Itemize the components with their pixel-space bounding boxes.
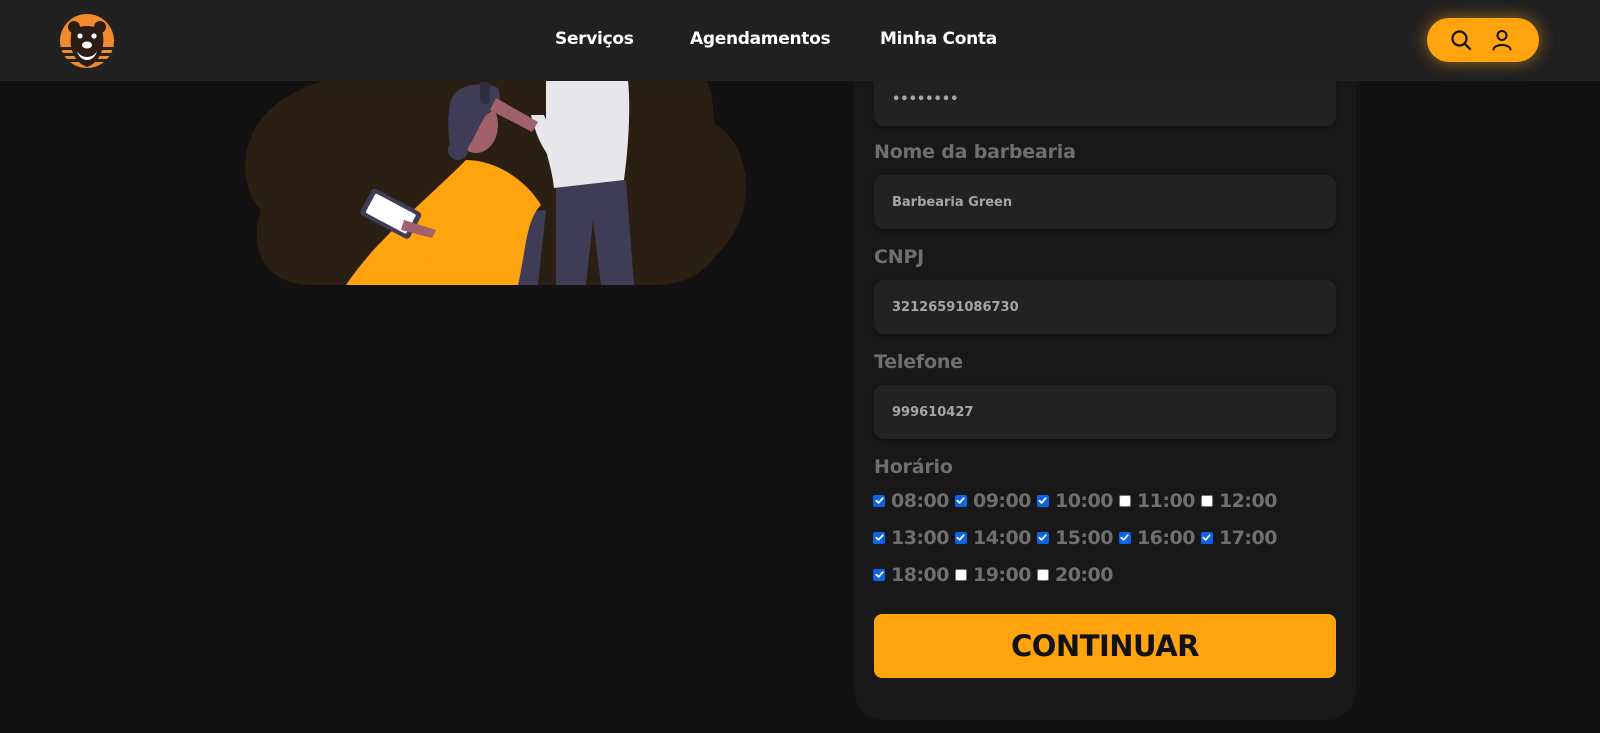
hour-option[interactable]: 18:00 [873, 562, 949, 587]
hour-label: 09:00 [972, 489, 1031, 512]
search-icon[interactable] [1449, 28, 1473, 52]
nav-link-appointments[interactable]: Agendamentos [690, 29, 831, 49]
checkbox-unchecked[interactable] [954, 568, 967, 581]
hours-checkbox-group: 08:00 09:00 10:00 11:00 12:00 13:00 14:00 15:00… [873, 488, 1343, 587]
hour-label: 15:00 [1054, 526, 1113, 549]
bear-logo-icon[interactable] [59, 13, 115, 69]
phone-field[interactable] [874, 385, 1336, 439]
phone-label: Telefone [874, 351, 963, 373]
hour-option[interactable]: 11:00 [1118, 488, 1195, 513]
user-icon[interactable] [1490, 28, 1514, 52]
hour-label: 17:00 [1218, 526, 1277, 549]
checkbox-unchecked[interactable] [1200, 494, 1213, 507]
checkbox-checked[interactable] [954, 531, 967, 544]
nav-link-services[interactable]: Serviços [555, 29, 634, 49]
hour-option[interactable]: 16:00 [1118, 525, 1195, 550]
checkbox-unchecked[interactable] [1036, 568, 1049, 581]
hour-label: 18:00 [891, 563, 949, 586]
header-actions-pill [1427, 18, 1539, 62]
nav-link-my-account[interactable]: Minha Conta [880, 29, 997, 49]
checkbox-unchecked[interactable] [1118, 494, 1131, 507]
hour-option[interactable]: 12:00 [1200, 488, 1277, 513]
checkbox-checked[interactable] [1036, 494, 1049, 507]
hour-label: 14:00 [972, 526, 1031, 549]
hour-label: 13:00 [891, 526, 949, 549]
checkbox-checked[interactable] [1118, 531, 1131, 544]
hour-option[interactable]: 09:00 [954, 488, 1031, 513]
hour-option[interactable]: 19:00 [954, 562, 1031, 587]
checkbox-checked[interactable] [873, 494, 885, 507]
hour-option[interactable]: 17:00 [1200, 525, 1277, 550]
hours-label: Horário [874, 456, 953, 478]
continue-button[interactable]: CONTINUAR [874, 614, 1336, 678]
cnpj-field[interactable] [874, 280, 1336, 334]
hour-option[interactable]: 13:00 [873, 525, 949, 550]
hour-label: 08:00 [891, 489, 949, 512]
hour-label: 11:00 [1136, 489, 1195, 512]
top-navbar: Serviços Agendamentos Minha Conta [0, 0, 1600, 81]
hour-option[interactable]: 10:00 [1036, 488, 1113, 513]
hour-label: 20:00 [1054, 563, 1113, 586]
hour-option[interactable]: 08:00 [873, 488, 949, 513]
checkbox-checked[interactable] [1036, 531, 1049, 544]
hour-option[interactable]: 20:00 [1036, 562, 1113, 587]
checkbox-checked[interactable] [1200, 531, 1213, 544]
hour-label: 12:00 [1218, 489, 1277, 512]
hour-label: 19:00 [972, 563, 1031, 586]
checkbox-checked[interactable] [873, 531, 885, 544]
checkbox-checked[interactable] [873, 568, 885, 581]
hour-option[interactable]: 14:00 [954, 525, 1031, 550]
checkbox-checked[interactable] [954, 494, 967, 507]
cnpj-label: CNPJ [874, 246, 925, 268]
barbershop-name-label: Nome da barbearia [874, 141, 1076, 163]
hour-label: 16:00 [1136, 526, 1195, 549]
barbershop-name-field[interactable] [874, 175, 1336, 229]
barber-illustration [245, 80, 746, 285]
hour-label: 10:00 [1054, 489, 1113, 512]
hour-option[interactable]: 15:00 [1036, 525, 1113, 550]
